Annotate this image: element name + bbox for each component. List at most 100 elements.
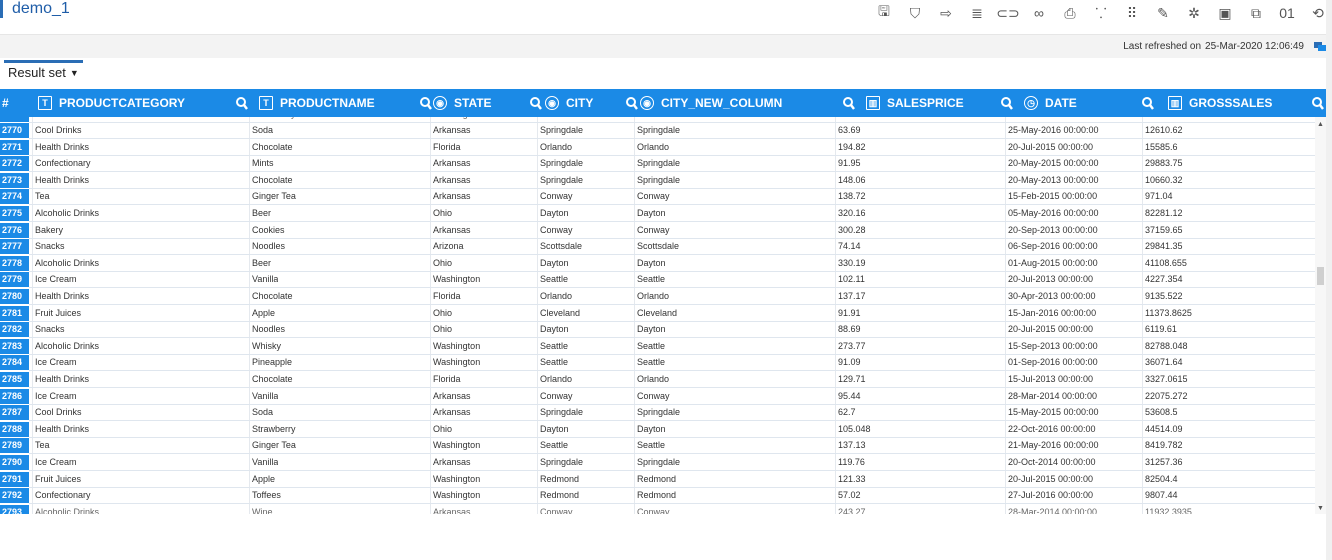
table-row[interactable]: 2789 Tea Ginger Tea Washington Seattle Seattl… [0,438,1315,455]
table-row[interactable]: 2781 Fruit Juices Apple Ohio Cleveland Clevel… [0,305,1315,322]
table-cell: 20-Jul-2015 00:00:00 [1008,141,1094,152]
table-row[interactable]: 2792 Confectionary Toffees Washington Redmon… [0,488,1315,505]
column-header-row-number[interactable]: # [2,89,9,117]
search-icon[interactable] [842,95,856,111]
tab-result-set[interactable]: Result set ▼ [4,60,83,84]
row-number: 2786 [0,388,29,405]
table-cell: Orlando [637,291,670,301]
geo-type-icon: ◉ [433,96,447,110]
table-row[interactable]: 2791 Fruit Juices Apple Washington Redmond Re… [0,471,1315,488]
join-button[interactable]: ⊂⊃ [994,0,1022,26]
link-button[interactable]: ∞ [1025,0,1053,26]
table-cell: 95.44 [838,390,861,401]
table-row[interactable]: 2780 Health Drinks Chocolate Florida Orlando… [0,289,1315,305]
table-cell: Noodles [252,324,286,335]
table-cell: Orlando [637,141,670,152]
column-header-grosssales[interactable]: ▥ GROSSSALES [1168,89,1272,117]
database-button[interactable]: ≣ [963,0,991,26]
table-cell: Arizona [433,241,464,252]
table-cell: Washington [433,473,481,484]
table-cell: 137.13 [838,440,866,451]
table-cell: 105.048 [838,423,871,434]
search-icon[interactable] [529,95,543,111]
database-icon: ≣ [971,4,983,21]
table-cell: Confectionary [35,158,91,169]
table-cell: 18-Oct-2014 00:00:00 [1008,117,1096,122]
table-cell: Cool Drinks [35,407,82,418]
export-button[interactable]: ⇨ [932,0,960,26]
last-refreshed-timestamp: 25-Mar-2020 12:06:49 [1205,41,1304,52]
scrollbar-thumb[interactable] [1317,267,1324,285]
table-cell: Ginger Tea [252,191,296,202]
column-header-date[interactable]: ◷ DATE [1024,89,1077,117]
comment-icon[interactable] [1314,42,1326,52]
vertical-scrollbar[interactable]: ▲ ▼ [1315,117,1326,514]
image-button[interactable]: ▣ [1211,0,1239,26]
table-cell: Bakery [35,224,64,235]
print-icon: ⎙ [1064,4,1076,21]
edit-chart-button[interactable]: ✎ [1149,0,1177,26]
table-cell: 63.69 [838,125,861,135]
hierarchy-button[interactable]: ⸪ [1087,0,1115,26]
column-header-salesprice[interactable]: ▥ SALESPRICE [866,89,964,117]
title-bar: demo_1 🖫 ⛉ ⇨ ≣ ⊂⊃ ∞ ⎙ ⸪ ⠿ ✎ ✲ ▣ ⧉ 01 ⟲ [0,0,1332,32]
table-row[interactable]: 2788 Health Drinks Strawberry Ohio Dayton Day… [0,421,1315,438]
search-icon[interactable] [625,95,639,111]
table-row[interactable]: 2772 Confectionary Mints Arkansas Springdale… [0,156,1315,173]
binary-button[interactable]: 01 [1273,0,1301,26]
table-row[interactable]: 2771 Health Drinks Chocolate Florida Orlando… [0,139,1315,156]
table-cell: 148.06 [838,174,866,185]
table-row[interactable]: 2778 Alcoholic Drinks Beer Ohio Dayton Dayton… [0,255,1315,272]
table-row[interactable]: 2773 Health Drinks Chocolate Arkansas Spring… [0,172,1315,189]
table-row[interactable]: 2783 Alcoholic Drinks Whisky Washington Seat… [0,338,1315,355]
table-cell: Arkansas [433,390,471,401]
settings-button[interactable]: ✲ [1180,0,1208,26]
table-cell: Ice Cream [35,357,77,368]
save-icon: 🖫 [878,3,890,19]
scroll-up-icon[interactable]: ▲ [1317,121,1324,128]
table-row[interactable]: 2774 Tea Ginger Tea Arkansas Conway Conway 138… [0,189,1315,206]
table-cell: Ice Cream [35,390,77,401]
table-row[interactable]: 2790 Ice Cream Vanilla Arkansas Springdale Sp… [0,455,1315,471]
table-cell: Health Drinks [35,141,90,152]
table-row[interactable]: 2793 Alcoholic Drinks Wine Arkansas Conway Co… [0,504,1315,514]
print-button[interactable]: ⎙ [1056,0,1084,26]
table-row[interactable]: 2779 Ice Cream Vanilla Washington Seattle Sea… [0,272,1315,289]
table-row[interactable]: 2784 Ice Cream Pineapple Washington Seattle S… [0,355,1315,372]
table-cell: Apple [252,473,276,484]
search-icon[interactable] [419,95,433,111]
table-row[interactable]: 2787 Cool Drinks Soda Arkansas Springdale Spr… [0,405,1315,422]
search-icon[interactable] [1000,95,1014,111]
table-row[interactable]: 2775 Alcoholic Drinks Beer Ohio Dayton Dayton… [0,206,1315,222]
search-icon[interactable] [1141,95,1155,111]
grid-header: # T PRODUCTCATEGORY T PRODUCTNAME ◉ STATE ◉ CITY… [0,89,1332,117]
column-header-productcategory[interactable]: T PRODUCTCATEGORY [38,89,185,117]
column-header-city[interactable]: ◉ CITY [545,89,593,117]
table-cell: 82281.12 [1145,208,1183,218]
edit-chart-icon: ✎ [1157,4,1169,21]
table-cell: 9135.522 [1145,291,1183,301]
search-icon[interactable] [235,95,249,111]
save-button[interactable]: 🖫 [870,0,898,26]
column-header-city-new-column[interactable]: ◉ CITY_NEW_COLUMN [640,89,782,117]
table-cell: Washington [433,117,480,122]
table-row[interactable]: 2776 Bakery Cookies Arkansas Conway Conway 300… [0,222,1315,239]
table-row[interactable]: 2770 Cool Drinks Soda Arkansas Springdale Spr… [0,123,1315,139]
table-row[interactable]: 2786 Ice Cream Vanilla Arkansas Conway Conway… [0,388,1315,405]
clear-filter-button[interactable]: ⛉ [901,0,929,26]
chevron-down-icon[interactable]: ▼ [70,68,79,78]
table-row[interactable]: 2785 Health Drinks Chocolate Florida Orlando… [0,372,1315,388]
join-icon: ⊂⊃ [996,4,1020,21]
column-header-productname[interactable]: T PRODUCTNAME [259,89,375,117]
search-icon[interactable] [1311,95,1325,111]
column-header-state[interactable]: ◉ STATE [433,89,492,117]
table-row[interactable]: 2782 Snacks Noodles Ohio Dayton Dayton 88.69 20… [0,322,1315,339]
scroll-down-icon[interactable]: ▼ [1317,505,1324,512]
last-refreshed: Last refreshed on 25-Mar-2020 12:06:49 [1123,41,1304,52]
copy-button[interactable]: ⧉ [1242,0,1270,26]
table-cell: Seattle [540,357,569,368]
table-row[interactable]: 2777 Snacks Noodles Arizona Scottsdale Scotts… [0,239,1315,256]
table-cell: Tea [35,191,50,202]
row-number: 2776 [0,222,29,239]
grid-button[interactable]: ⠿ [1118,0,1146,26]
